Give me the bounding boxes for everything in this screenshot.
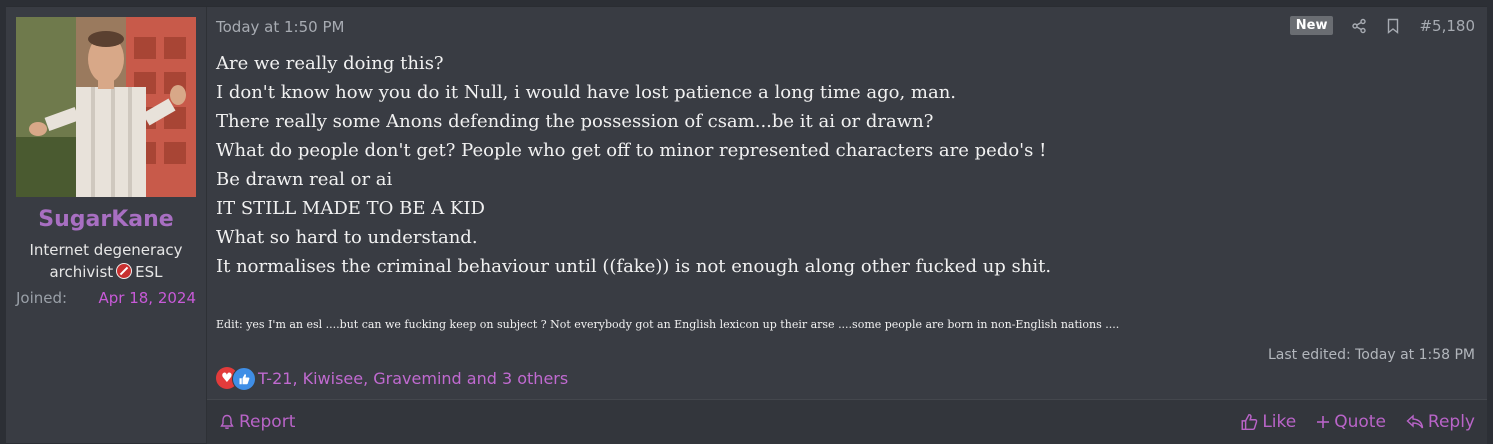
- post-line: What so hard to understand.: [216, 227, 478, 248]
- report-button[interactable]: Report: [219, 412, 295, 432]
- plus-icon: [1317, 416, 1330, 428]
- post-body: Are we really doing this? I don't know h…: [216, 49, 1051, 281]
- post-timestamp[interactable]: Today at 1:50 PM: [216, 18, 344, 36]
- joined-date: Apr 18, 2024: [98, 289, 196, 307]
- post-line: There really some Anons defending the po…: [216, 111, 934, 132]
- like-button[interactable]: Like: [1240, 412, 1296, 432]
- joined-label: Joined:: [16, 289, 68, 307]
- quote-label: Quote: [1334, 412, 1386, 432]
- post-line: Be drawn real or ai: [216, 169, 393, 190]
- bell-icon: [220, 414, 234, 429]
- user-info-panel: SugarKane Internet degeneracy archivist E…: [6, 7, 207, 443]
- quote-button[interactable]: Quote: [1316, 412, 1386, 432]
- thumbs-up-icon: [1241, 413, 1258, 431]
- user-title-line1: Internet degeneracy: [29, 241, 183, 259]
- post-main: Today at 1:50 PM New #5,180 Are we reall…: [207, 7, 1487, 444]
- reactions-list[interactable]: T-21, Kiwisee, Gravemind and 3 others: [258, 369, 568, 388]
- share-icon[interactable]: [1351, 18, 1367, 34]
- user-title-line2: archivist ESL: [16, 261, 196, 283]
- joined-row: Joined: Apr 18, 2024: [16, 289, 196, 307]
- post-line: It normalises the criminal behaviour unt…: [216, 256, 1052, 277]
- user-title-esl: ESL: [135, 263, 163, 281]
- user-title: Internet degeneracy archivist ESL: [16, 239, 196, 283]
- post-footer: Report Like Quote Reply: [207, 399, 1487, 444]
- no-sign-icon: [116, 263, 133, 279]
- reaction-icons: ♥: [216, 367, 256, 391]
- reply-button[interactable]: Reply: [1406, 412, 1475, 432]
- new-badge: New: [1289, 16, 1334, 35]
- avatar[interactable]: [16, 17, 196, 197]
- post-line: What do people don't get? People who get…: [216, 140, 1047, 161]
- footer-actions: Like Quote Reply: [1240, 412, 1475, 432]
- reply-arrow-icon: [1406, 414, 1424, 429]
- post-header-actions: New #5,180: [1289, 16, 1475, 35]
- report-label: Report: [239, 412, 296, 432]
- post-line: Are we really doing this?: [216, 53, 444, 74]
- user-title-archivist: archivist: [49, 263, 114, 281]
- last-edited[interactable]: Last edited: Today at 1:58 PM: [1268, 347, 1475, 363]
- reactions-bar[interactable]: ♥ T-21, Kiwisee, Gravemind and 3 others: [216, 367, 568, 391]
- reply-label: Reply: [1427, 412, 1475, 432]
- like-label: Like: [1262, 412, 1297, 432]
- username-link[interactable]: SugarKane: [6, 207, 206, 232]
- post-line: IT STILL MADE TO BE A KID: [216, 198, 485, 219]
- bookmark-icon[interactable]: [1385, 18, 1401, 34]
- post-number-link[interactable]: #5,180: [1419, 17, 1475, 35]
- like-reaction-icon: [232, 367, 256, 391]
- post-line: I don't know how you do it Null, i would…: [216, 82, 957, 103]
- forum-post: SugarKane Internet degeneracy archivist E…: [6, 6, 1487, 444]
- edit-note: Edit: yes I'm an esl ....but can we fuck…: [216, 318, 1120, 331]
